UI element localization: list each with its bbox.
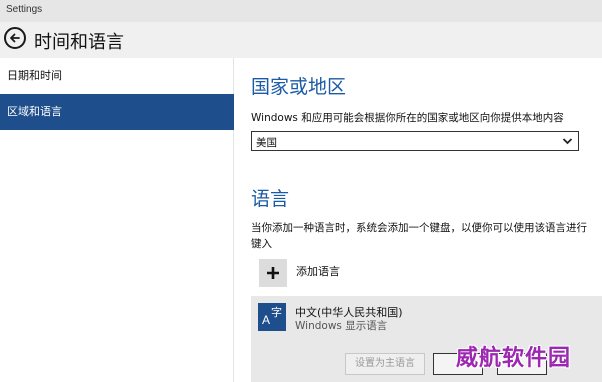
- sidebar-item-region-language[interactable]: 区域和语言: [0, 94, 234, 130]
- language-icon-glyph-a: A: [262, 313, 271, 327]
- add-language-button[interactable]: 添加语言: [259, 259, 409, 291]
- plus-icon: [259, 259, 287, 287]
- set-primary-language-button[interactable]: 设置为主语言: [345, 353, 425, 375]
- language-subtitle: Windows 显示语言: [295, 320, 388, 332]
- country-select[interactable]: 美国: [251, 131, 579, 151]
- sidebar-item-date-time[interactable]: 日期和时间: [0, 58, 234, 94]
- country-heading: 国家或地区: [251, 76, 347, 98]
- country-select-value: 美国: [256, 137, 277, 149]
- page-header: 时间和语言: [0, 22, 602, 58]
- window-titlebar: Settings: [0, 0, 602, 22]
- main-content: 国家或地区 Windows 和应用可能会根据你所在的国家或地区向你提供本地内容 …: [235, 58, 602, 382]
- page-title: 时间和语言: [34, 32, 124, 53]
- arrow-left-icon: [10, 33, 20, 43]
- watermark-logo: 威航软件园: [456, 346, 572, 371]
- add-language-label: 添加语言: [296, 265, 340, 278]
- back-button[interactable]: [4, 27, 26, 49]
- window-title: Settings: [6, 4, 43, 15]
- language-description: 当你添加一种语言时，系统会添加一个键盘，以便你可以使用该语言进行键入: [251, 222, 587, 250]
- language-icon: A 字: [258, 303, 286, 331]
- chevron-down-icon: [562, 138, 573, 145]
- language-icon-glyph-zi: 字: [271, 306, 282, 319]
- language-heading: 语言: [251, 188, 290, 210]
- country-description: Windows 和应用可能会根据你所在的国家或地区向你提供本地内容: [251, 112, 564, 124]
- sidebar: 日期和时间 区域和语言: [0, 58, 234, 382]
